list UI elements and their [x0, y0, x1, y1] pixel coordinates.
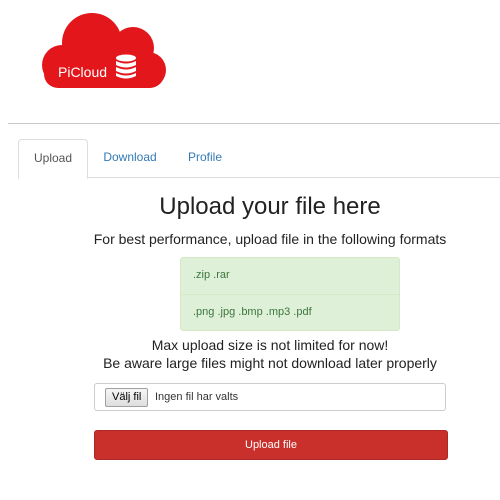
- choose-file-button[interactable]: Välj fil: [105, 388, 149, 407]
- file-input[interactable]: Välj fil Ingen fil har valts: [94, 383, 446, 411]
- picloud-logo: PiCloud: [40, 10, 168, 92]
- tab-bar: Upload Download Profile: [18, 139, 500, 179]
- formats-list: .zip .rar .png .jpg .bmp .mp3 .pdf: [180, 257, 400, 331]
- format-item: .zip .rar: [193, 269, 230, 281]
- format-item: .png .jpg .bmp .mp3 .pdf: [181, 294, 399, 330]
- tab-upload[interactable]: Upload: [18, 139, 88, 179]
- brand-name: PiCloud: [58, 64, 108, 80]
- download-warning-note: Be aware large files might not download …: [103, 355, 437, 371]
- tab-profile[interactable]: Profile: [178, 139, 232, 176]
- database-icon: [116, 54, 136, 79]
- page-title: Upload your file here: [159, 193, 381, 220]
- file-status-text: Ingen fil har valts: [155, 391, 239, 403]
- upload-size-note: Max upload size is not limited for now!: [151, 337, 389, 353]
- upload-file-button[interactable]: Upload file: [94, 430, 448, 460]
- formats-intro: For best performance, upload file in the…: [93, 231, 447, 247]
- header-divider: [8, 123, 500, 124]
- tab-download[interactable]: Download: [94, 139, 166, 176]
